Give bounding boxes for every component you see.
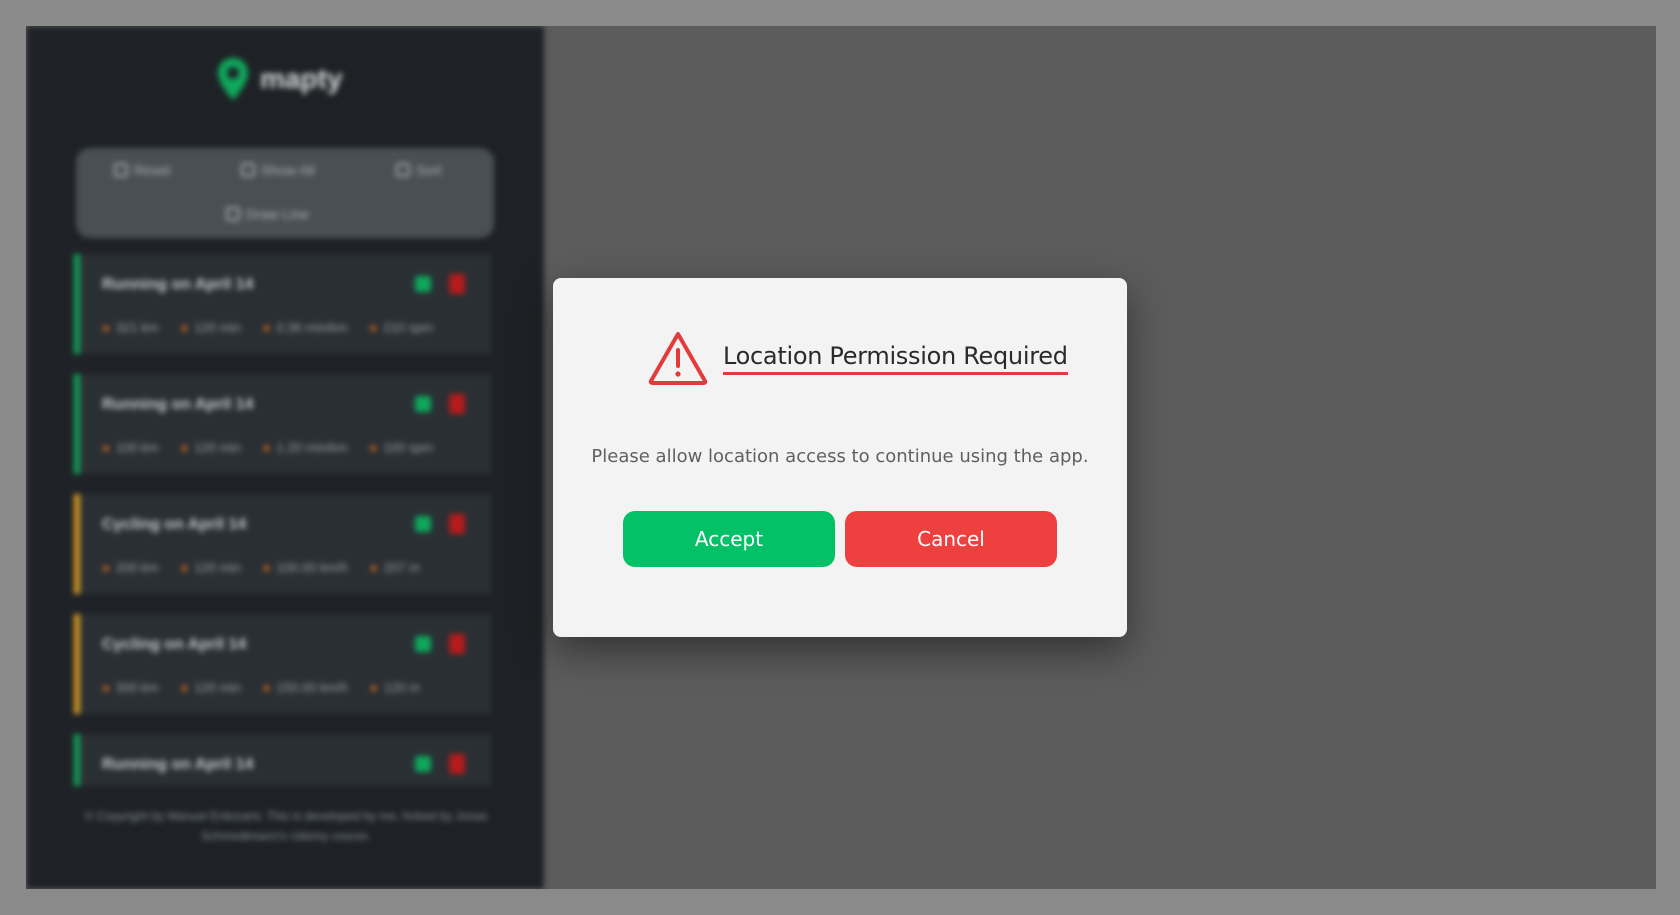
location-permission-dialog: Location Permission Required Please allo… (553, 278, 1127, 637)
dialog-header: Location Permission Required (647, 330, 1068, 386)
dialog-message: Please allow location access to continue… (591, 446, 1089, 467)
dialog-title: Location Permission Required (723, 342, 1068, 375)
cancel-button[interactable]: Cancel (845, 511, 1057, 567)
accept-button[interactable]: Accept (623, 511, 835, 567)
warning-triangle-icon (647, 330, 709, 386)
